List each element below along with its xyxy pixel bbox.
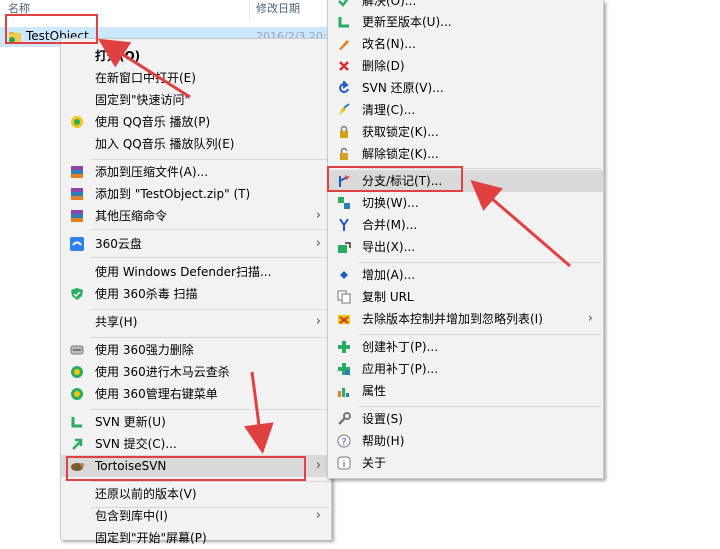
annotation-arrows [97, 38, 571, 454]
arrow-to-branch-tag [470, 180, 571, 268]
arrow-to-file [97, 38, 191, 99]
arrow-to-tortoisesvn [243, 371, 274, 454]
